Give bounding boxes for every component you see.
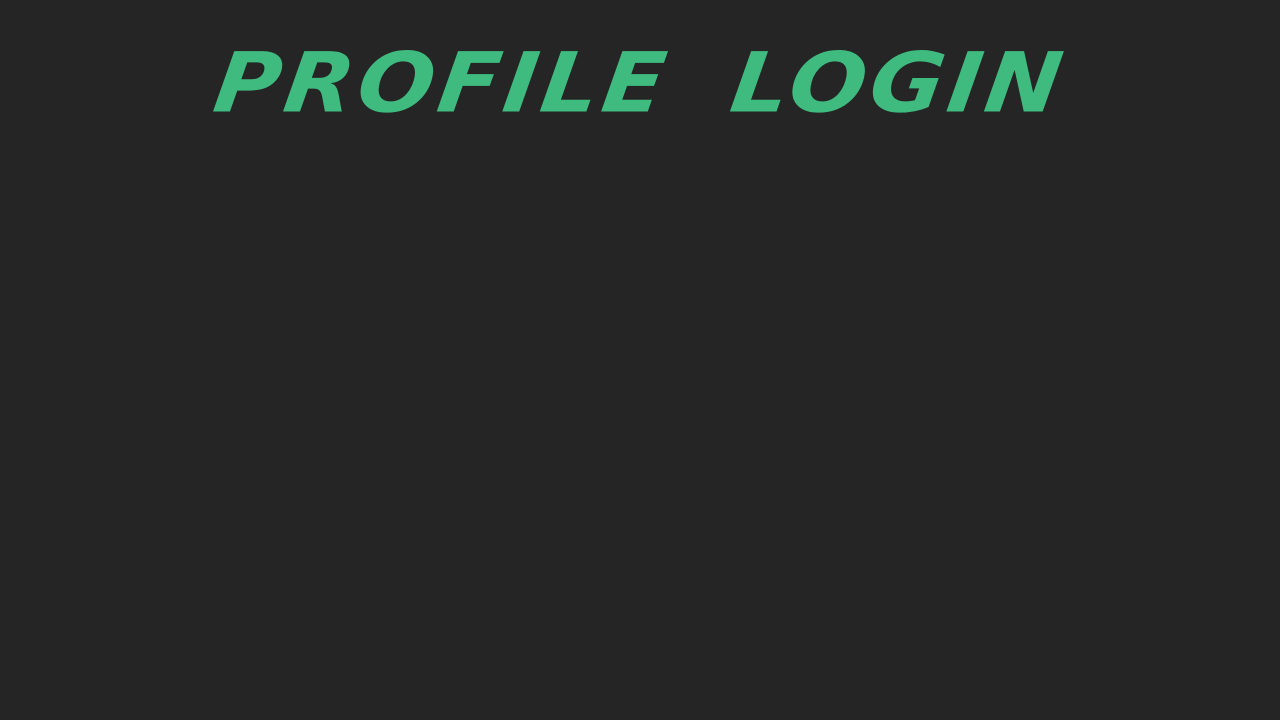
page-title: PROFILE LOGIN — [208, 35, 1072, 132]
title-container: PROFILE LOGIN — [0, 34, 1280, 134]
profile-login-screen: PROFILE LOGIN — [0, 0, 1280, 720]
content-area — [0, 150, 1280, 720]
